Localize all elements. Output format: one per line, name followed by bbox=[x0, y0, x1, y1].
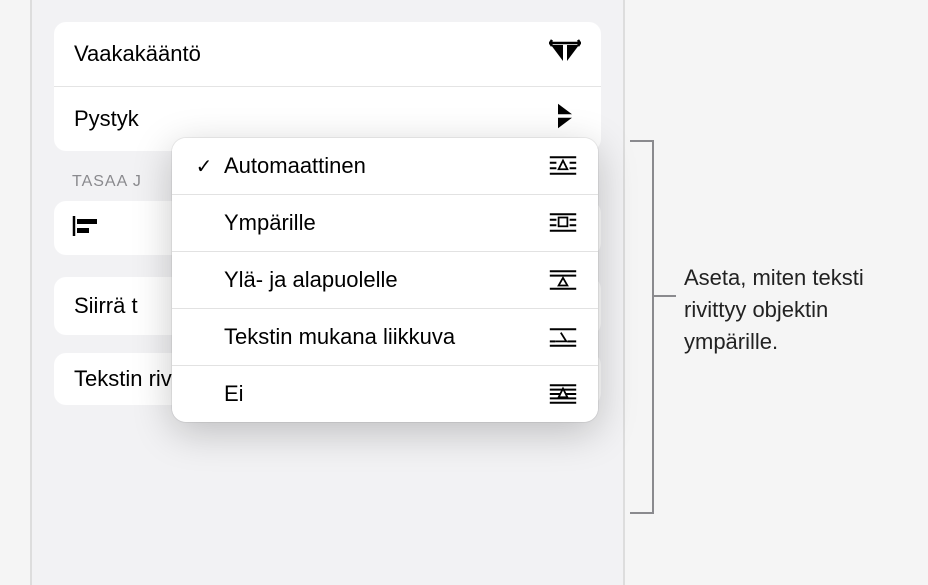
wrap-option-around[interactable]: Ympärille bbox=[172, 195, 598, 252]
wrap-option-label: Automaattinen bbox=[218, 153, 544, 179]
callout-text: Aseta, miten teksti rivittyy objektin ym… bbox=[684, 262, 920, 358]
wrap-none-icon bbox=[544, 383, 578, 405]
text-wrap-popup: ✓ Automaattinen Ympärille bbox=[172, 138, 598, 422]
flip-horizontal-row[interactable]: Vaakakääntö bbox=[54, 22, 601, 87]
wrap-option-automatic[interactable]: ✓ Automaattinen bbox=[172, 138, 598, 195]
flip-vertical-icon bbox=[549, 102, 581, 136]
move-text-label: Siirrä t bbox=[74, 293, 138, 318]
wrap-auto-icon bbox=[544, 155, 578, 177]
wrap-above-below-icon bbox=[544, 269, 578, 291]
help-callout: Aseta, miten teksti rivittyy objektin ym… bbox=[630, 140, 920, 520]
wrap-inline-icon bbox=[544, 326, 578, 348]
wrap-around-icon bbox=[544, 212, 578, 234]
callout-bracket bbox=[630, 140, 654, 514]
wrap-option-inline[interactable]: Tekstin mukana liikkuva bbox=[172, 309, 598, 366]
checkmark-icon: ✓ bbox=[190, 154, 218, 179]
wrap-option-label: Ylä- ja alapuolelle bbox=[218, 267, 544, 293]
flip-horizontal-icon bbox=[549, 37, 581, 71]
callout-tick bbox=[654, 295, 676, 297]
wrap-option-label: Tekstin mukana liikkuva bbox=[218, 324, 544, 350]
flip-card: Vaakakääntö Pystyk bbox=[54, 22, 601, 151]
align-left-icon bbox=[72, 215, 100, 242]
wrap-option-none[interactable]: Ei bbox=[172, 366, 598, 422]
flip-vertical-label: Pystyk bbox=[74, 106, 139, 132]
wrap-option-above-below[interactable]: Ylä- ja alapuolelle bbox=[172, 252, 598, 309]
flip-horizontal-label: Vaakakääntö bbox=[74, 41, 201, 67]
wrap-option-label: Ympärille bbox=[218, 210, 544, 236]
wrap-option-label: Ei bbox=[218, 381, 544, 407]
